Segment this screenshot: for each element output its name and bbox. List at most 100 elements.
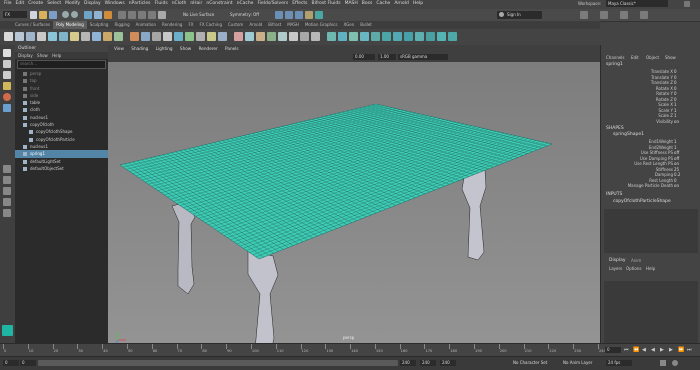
- outliner-item[interactable]: cloth: [15, 106, 108, 113]
- outliner-search-input[interactable]: search...: [17, 60, 106, 69]
- layout-uv-icon[interactable]: [404, 32, 413, 41]
- extrude-icon[interactable]: [234, 32, 243, 41]
- channel-value[interactable]: on: [674, 183, 679, 189]
- outliner-item[interactable]: copyOfcloth: [15, 121, 108, 128]
- layer-menu-options[interactable]: Options: [626, 266, 641, 271]
- bridge-icon[interactable]: [245, 32, 254, 41]
- shelf-tab[interactable]: FX: [185, 21, 196, 29]
- outliner-item[interactable]: side: [15, 92, 108, 99]
- snap-view-icon[interactable]: [148, 11, 156, 19]
- channel-row[interactable]: Manage Particle Death on: [601, 183, 700, 189]
- cut-uv-icon[interactable]: [371, 32, 380, 41]
- scale-tool-icon[interactable]: [3, 104, 11, 112]
- combine-icon[interactable]: [163, 32, 172, 41]
- layout-outliner-icon[interactable]: [3, 198, 11, 206]
- snap-curve-icon[interactable]: [128, 11, 136, 19]
- snap-point-icon[interactable]: [138, 11, 146, 19]
- rotate-tool-icon[interactable]: [3, 93, 11, 101]
- outliner-item[interactable]: persp: [15, 70, 108, 77]
- outliner-item[interactable]: front: [15, 85, 108, 92]
- new-scene-icon[interactable]: [30, 11, 37, 19]
- torus-icon[interactable]: [59, 32, 68, 41]
- outliner-item[interactable]: copyOfclothShape: [15, 128, 108, 135]
- shelf-tab[interactable]: Sculpting: [87, 21, 112, 29]
- range-end2-field[interactable]: 240: [440, 360, 456, 366]
- smooth-icon[interactable]: [185, 32, 194, 41]
- unfold-icon[interactable]: [393, 32, 402, 41]
- menu-item[interactable]: nCache: [237, 1, 254, 6]
- cube-icon[interactable]: [15, 32, 24, 41]
- outliner-item[interactable]: spring1: [15, 150, 108, 158]
- step-back-icon[interactable]: ◀: [642, 347, 646, 353]
- layout-two-icon[interactable]: [3, 187, 11, 195]
- channel-row[interactable]: Visibility on: [601, 119, 700, 125]
- viewport-menu-view[interactable]: View: [114, 46, 124, 51]
- color-space-dropdown[interactable]: sRGB gamma: [398, 54, 448, 60]
- tool-settings-icon[interactable]: [620, 11, 628, 19]
- ipr-render-icon[interactable]: [285, 11, 293, 19]
- shelf-tab[interactable]: Arnold: [246, 21, 265, 29]
- uv-editor-icon[interactable]: [338, 32, 347, 41]
- sew-uv-icon[interactable]: [382, 32, 391, 41]
- step-back-key-icon[interactable]: ⏪: [633, 347, 639, 353]
- gear-icon[interactable]: [114, 32, 123, 41]
- redo-icon[interactable]: [71, 11, 78, 18]
- insert-edge-loop-icon[interactable]: [300, 32, 309, 41]
- outliner-menu-help[interactable]: Help: [52, 53, 61, 58]
- modeling-toolkit-icon[interactable]: [580, 11, 588, 19]
- bevel-icon[interactable]: [218, 32, 227, 41]
- orient-uv-icon[interactable]: [426, 32, 435, 41]
- channelbox-tab-object[interactable]: Object: [646, 55, 659, 60]
- menu-item[interactable]: MASH: [345, 1, 358, 6]
- viewport-panel[interactable]: View Shading Lighting Show Renderer Pane…: [108, 45, 600, 350]
- viewport-menu-panels[interactable]: Panels: [225, 46, 238, 51]
- paint-select-icon[interactable]: [3, 71, 11, 79]
- offset-edge-loop-icon[interactable]: [311, 32, 320, 41]
- multi-cut-icon[interactable]: [278, 32, 287, 41]
- gamma-field[interactable]: 1.00: [378, 54, 396, 60]
- go-to-start-icon[interactable]: ⏮: [624, 347, 629, 353]
- menu-item[interactable]: nHair: [190, 1, 202, 6]
- lasso-tool-icon[interactable]: [3, 60, 11, 68]
- outliner-item[interactable]: defaultObjectSet: [15, 165, 108, 172]
- disc-icon[interactable]: [70, 32, 79, 41]
- type-icon[interactable]: [152, 32, 161, 41]
- move-tool-icon[interactable]: [3, 82, 11, 90]
- outliner-menu-display[interactable]: Display: [18, 53, 33, 58]
- input-name[interactable]: copyOfclothParticleShape: [613, 199, 671, 204]
- outliner-item[interactable]: copyOfclothParticle: [15, 136, 108, 143]
- shelf-tab[interactable]: FX Caching: [197, 21, 225, 29]
- sign-in-button[interactable]: Sign In: [497, 11, 542, 19]
- character-set-dropdown[interactable]: No Character Set: [513, 360, 555, 366]
- shelf-tab[interactable]: XGen: [340, 21, 357, 29]
- time-slider[interactable]: 0 10 20 30 40 50 60 70 80 90 100 110 120 130 140 150 160…: [0, 343, 700, 357]
- channelbox-tab-channels[interactable]: Channels: [606, 55, 625, 60]
- preferences-icon[interactable]: [672, 360, 678, 366]
- shelf-tab[interactable]: MASH: [284, 21, 302, 29]
- open-scene-icon[interactable]: [39, 11, 47, 19]
- auto-key-icon[interactable]: [660, 360, 666, 366]
- svg-icon[interactable]: [141, 32, 150, 41]
- distribute-uv-icon[interactable]: [448, 32, 457, 41]
- viewport-menu-renderer[interactable]: Renderer: [199, 46, 218, 51]
- step-forward-key-icon[interactable]: ⏩: [678, 347, 684, 353]
- separate-icon[interactable]: [174, 32, 183, 41]
- sphere-icon[interactable]: [4, 32, 13, 41]
- helix-icon[interactable]: [103, 32, 112, 41]
- shelf-tab[interactable]: Rendering: [159, 21, 185, 29]
- shelf-tab[interactable]: Motion Graphics: [302, 21, 341, 29]
- outliner-menu-show[interactable]: Show: [37, 53, 48, 58]
- menu-item[interactable]: Windows: [105, 1, 125, 6]
- range-end-field[interactable]: 240: [400, 360, 416, 366]
- go-to-end-icon[interactable]: ⏭: [687, 347, 692, 353]
- undo-icon[interactable]: [62, 11, 69, 18]
- select-object-icon[interactable]: [94, 11, 102, 19]
- select-hierarchy-icon[interactable]: [84, 11, 92, 19]
- menu-item[interactable]: Edit: [16, 1, 25, 6]
- shelf-tab[interactable]: Curves / Surfaces: [12, 21, 53, 29]
- channel-value[interactable]: on: [674, 119, 679, 125]
- shelf-tab[interactable]: Bifrost: [265, 21, 284, 29]
- menu-item[interactable]: nConstraint: [206, 1, 232, 6]
- layout-graph-icon[interactable]: [3, 209, 11, 217]
- symmetry-dropdown[interactable]: Symmetry: Off: [230, 12, 259, 17]
